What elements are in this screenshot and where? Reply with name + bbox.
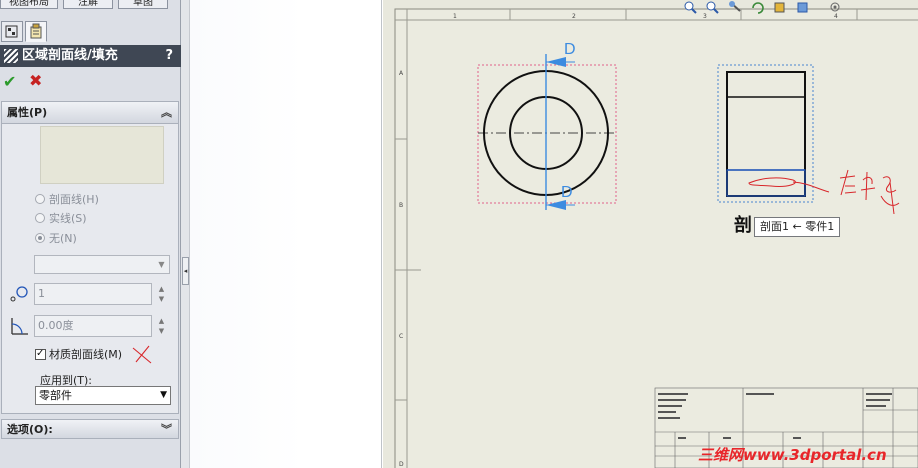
manager-tabs (0, 21, 181, 43)
help-button[interactable]: ? (165, 45, 173, 67)
cancel-button[interactable]: ✖ (29, 71, 42, 90)
hide-show-icon[interactable] (828, 0, 843, 14)
checkbox-checked-icon (35, 347, 46, 361)
zoom-to-fit-icon[interactable] (683, 0, 698, 14)
properties-group: 属性(P) ︽ 剖面线(H) 实线(S) 无(N) ▼ 1 ▲ ▼ 0.00度 … (1, 101, 179, 414)
rotate-icon[interactable] (750, 0, 765, 14)
property-manager-icon (30, 23, 42, 39)
zone-number-3: 3 (703, 13, 707, 20)
pan-icon[interactable] (728, 0, 743, 14)
page-title: 区域剖面线/填充 (22, 48, 118, 63)
zoom-area-icon[interactable] (705, 0, 720, 14)
ok-button[interactable]: ✔ (3, 72, 16, 91)
watermark: 三维网www.3dportal.cn (698, 446, 887, 464)
radio-button-icon (35, 194, 45, 204)
hatch-preview (40, 126, 164, 184)
angle-spinner[interactable]: ▲ ▼ (156, 316, 167, 337)
hatch-angle-icon (11, 318, 28, 335)
angle-field[interactable]: 0.00度 (34, 315, 152, 337)
properties-group-title: 属性(P) (7, 106, 48, 119)
area-hatch-icon (4, 49, 18, 63)
zone-number-1: 1 (453, 13, 457, 20)
property-manager-panel: 视图布局 注解 草图 区域剖面线/填充 ? ✔ ✖ 属性(P) ︽ 剖面线(H)… (0, 0, 181, 468)
drawing-sheet[interactable]: 1 2 3 4 A B C D D D 剖 剖面1 ← 零件1 三维网www.3… (383, 0, 918, 468)
hatch-scale-icon (10, 286, 28, 302)
hover-tooltip: 剖面1 ← 零件1 (754, 217, 841, 237)
feature-manager-tab[interactable] (1, 21, 23, 42)
zone-letter-b: B (399, 202, 403, 209)
radio-none[interactable]: 无(N) (35, 231, 77, 247)
options-group-header[interactable]: 选项(O): ︾ (1, 419, 179, 439)
display-style-icon[interactable] (772, 0, 787, 14)
sheet-border (394, 8, 918, 468)
hatch-pattern-select[interactable]: ▼ (34, 255, 170, 274)
properties-group-header[interactable]: 属性(P) ︽ (2, 102, 178, 124)
red-cross-annotation-icon (132, 345, 152, 364)
radio-button-selected-icon (35, 233, 45, 243)
scale-field[interactable]: 1 (34, 283, 152, 305)
property-manager-tab[interactable] (25, 21, 47, 42)
zone-letter-c: C (399, 333, 403, 340)
scale-spinner[interactable]: ▲ ▼ (156, 284, 167, 305)
apply-to-select[interactable]: 零部件 ▼ (35, 386, 171, 405)
material-hatch-checkbox[interactable]: 材质剖面线(M) (35, 347, 122, 362)
section-view-label: 剖 (734, 215, 752, 236)
expand-chevron-icon[interactable]: ︾ (161, 420, 172, 439)
zone-number-2: 2 (572, 13, 576, 20)
tab-sketch[interactable]: 草图 (118, 0, 168, 9)
zone-number-4: 4 (834, 13, 838, 20)
collapse-chevron-icon[interactable]: ︽ (161, 102, 172, 124)
chevron-down-icon: ▼ (158, 260, 165, 269)
collapse-panel-icon[interactable]: ◂ (182, 257, 189, 285)
panel-splitter[interactable]: ◂ (181, 0, 190, 468)
view-orientation-icon[interactable] (795, 0, 810, 14)
radio-button-icon (35, 213, 45, 223)
section-letter-bottom[interactable]: D (561, 184, 573, 201)
command-tabs: 视图布局 注解 草图 (0, 0, 181, 9)
section-letter-top[interactable]: D (564, 41, 576, 58)
feature-tree-area (190, 0, 382, 468)
property-manager-title-bar: 区域剖面线/填充 ? (0, 45, 181, 67)
feature-tree-icon (5, 25, 18, 38)
radio-solid[interactable]: 实线(S) (35, 211, 87, 227)
radio-hatch[interactable]: 剖面线(H) (35, 192, 99, 208)
chevron-down-icon: ▼ (160, 390, 167, 400)
tab-annotation[interactable]: 注解 (63, 0, 113, 9)
zone-letter-d: D (399, 461, 404, 468)
tab-view-layout[interactable]: 视图布局 (0, 0, 58, 9)
